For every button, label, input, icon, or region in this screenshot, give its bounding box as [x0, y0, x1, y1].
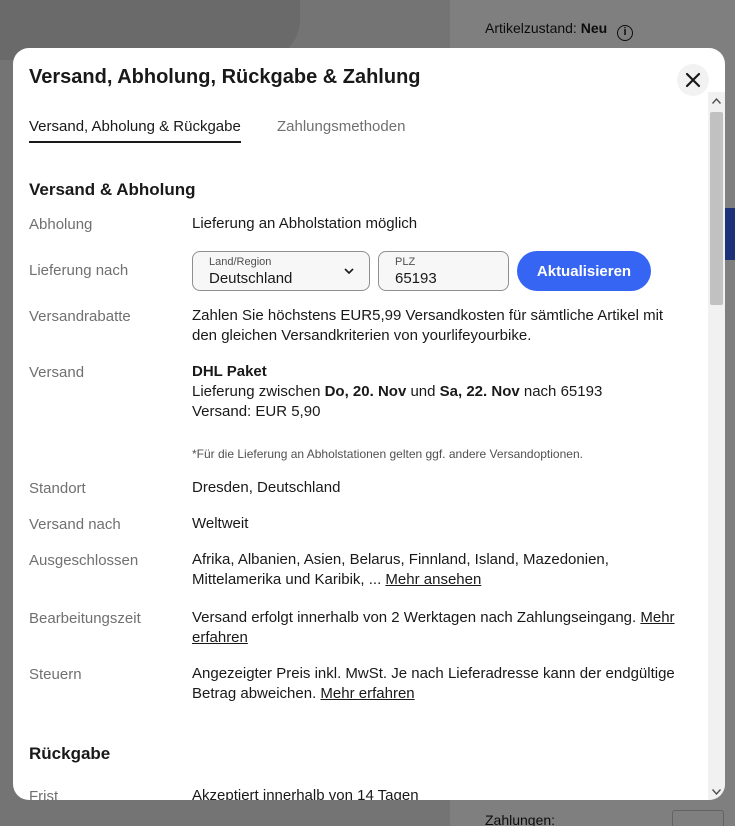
pickup-label: Abholung	[29, 216, 93, 233]
taxes-value: Angezeigter Preis inkl. MwSt. Je nach Li…	[192, 664, 682, 704]
returns-section-title: Rückgabe	[29, 744, 111, 763]
close-button[interactable]	[677, 64, 709, 96]
taxes-learn-more-link[interactable]: Mehr erfahren	[320, 685, 414, 702]
delivery-suffix: nach 65193	[523, 383, 603, 400]
shipping-label: Versand	[29, 364, 85, 381]
dialog-title: Versand, Abholung, Rückgabe & Zahlung	[29, 66, 421, 88]
country-select[interactable]: Land/Region Deutschland	[192, 251, 370, 291]
shipping-cost: Versand: EUR 5,90	[192, 403, 321, 420]
shipping-section-title: Versand & Abholung	[29, 180, 196, 199]
handling-time-text: Versand erfolgt innerhalb von 2 Werktage…	[192, 609, 637, 626]
taxes-text: Angezeigter Preis inkl. MwSt. Je nach Li…	[192, 665, 675, 702]
scroll-down-icon	[712, 788, 721, 795]
carrier-name: DHL Paket	[192, 363, 267, 380]
update-button[interactable]: Aktualisieren	[517, 251, 651, 291]
scroll-up-button[interactable]	[708, 92, 725, 109]
country-select-value: Deutschland	[209, 270, 293, 287]
handling-time-value: Versand erfolgt innerhalb von 2 Werktage…	[192, 608, 682, 648]
close-icon	[685, 72, 701, 88]
shipping-details: DHL Paket Lieferung zwischen Do, 20. Nov…	[192, 362, 682, 464]
handling-time-label: Bearbeitungszeit	[29, 610, 141, 627]
shipping-discount-value: Zahlen Sie höchstens EUR5,99 Versandkost…	[192, 307, 664, 344]
location-value: Dresden, Deutschland	[192, 479, 341, 496]
ships-to-value: Weltweit	[192, 515, 249, 532]
scroll-down-button[interactable]	[708, 783, 725, 800]
scroll-up-icon	[712, 97, 721, 104]
pickup-note: *Für die Lieferung an Abholstationen gel…	[192, 447, 583, 461]
see-more-link[interactable]: Mehr ansehen	[385, 571, 481, 588]
excluded-value: Afrika, Albanien, Asien, Belarus, Finnla…	[192, 550, 682, 590]
tab-payment-methods[interactable]: Zahlungsmethoden	[277, 118, 405, 141]
return-period-label: Frist	[29, 788, 59, 800]
zip-input-value: 65193	[395, 270, 437, 287]
delivery-to-date: Sa, 22. Nov	[439, 383, 520, 400]
taxes-label: Steuern	[29, 666, 82, 683]
country-select-label: Land/Region	[209, 256, 272, 268]
delivery-from-date: Do, 20. Nov	[324, 383, 407, 400]
delivery-and: und	[410, 383, 436, 400]
delivery-to-label: Lieferung nach	[29, 262, 129, 279]
delivery-estimate: Lieferung zwischen Do, 20. Nov und Sa, 2…	[192, 382, 682, 402]
delivery-prefix: Lieferung zwischen	[192, 383, 321, 400]
scrollbar-thumb[interactable]	[710, 112, 723, 305]
pickup-value: Lieferung an Abholstation möglich	[192, 215, 418, 232]
shipping-discount-label: Versandrabatte	[29, 308, 131, 325]
location-label: Standort	[29, 480, 86, 497]
zip-input[interactable]: PLZ 65193	[378, 251, 509, 291]
excluded-label: Ausgeschlossen	[29, 552, 139, 569]
chevron-down-icon	[344, 268, 354, 275]
ships-to-label: Versand nach	[29, 516, 121, 533]
dialog-scrollbar[interactable]	[708, 92, 725, 800]
zip-input-label: PLZ	[395, 256, 416, 268]
tab-shipping-pickup-returns[interactable]: Versand, Abholung & Rückgabe	[29, 118, 241, 143]
return-period-value: Akzeptiert innerhalb von 14 Tagen	[192, 787, 419, 800]
shipping-payment-dialog: Versand, Abholung, Rückgabe & Zahlung Ve…	[13, 48, 725, 800]
dialog-content[interactable]: Versand & Abholung Abholung Lieferung an…	[13, 158, 708, 800]
